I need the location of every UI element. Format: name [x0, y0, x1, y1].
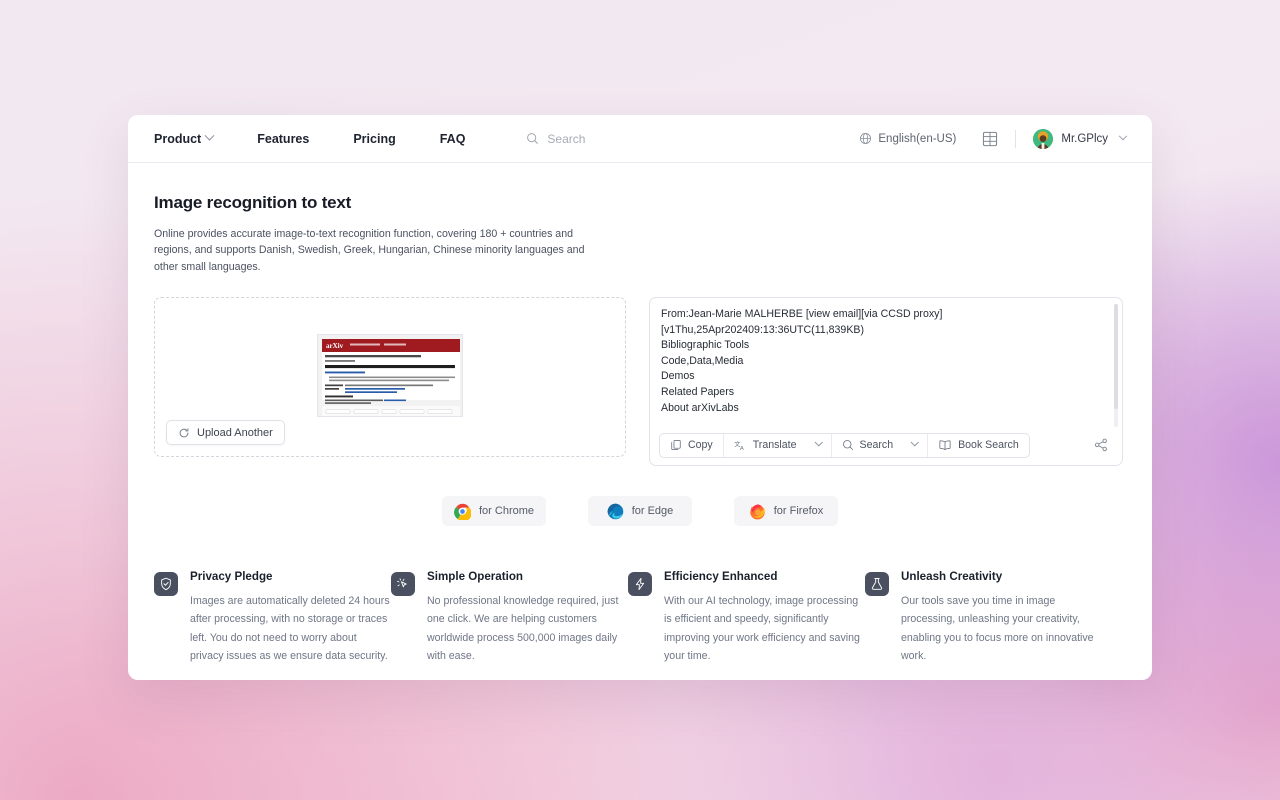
feature-title: Unleash Creativity	[901, 570, 1003, 584]
firefox-extension-label: for Firefox	[773, 505, 824, 518]
user-menu[interactable]: Mr.GPlcy	[1033, 128, 1128, 149]
chrome-icon	[454, 503, 471, 520]
nav-item-label: Pricing	[353, 131, 396, 146]
firefox-extension-button[interactable]: for Firefox	[734, 496, 838, 527]
result-toolbar: Copy 文 A Translate Search Book Search	[650, 425, 1122, 465]
header-divider	[1015, 129, 1017, 148]
search-icon	[842, 439, 854, 451]
upload-another-label: Upload Another	[197, 426, 273, 439]
main-nav: Product Features Pricing FAQ Search	[154, 130, 585, 146]
feature-description: No professional knowledge required, just…	[427, 595, 619, 662]
chrome-extension-label: for Chrome	[478, 505, 535, 518]
firefox-icon	[749, 503, 766, 520]
feature-title: Efficiency Enhanced	[664, 570, 778, 584]
nav-item-label: FAQ	[439, 131, 466, 146]
top-header: Product Features Pricing FAQ Search Engl…	[128, 115, 1152, 163]
feature-card-unleash-creativity: Unleash Creativity Our tools save you ti…	[865, 570, 1102, 665]
page-title: Image recognition to text	[154, 193, 352, 212]
chevron-down-icon	[1118, 131, 1128, 140]
avatar	[1033, 128, 1054, 149]
language-label: English(en-US)	[878, 132, 957, 145]
feature-description: Images are automatically deleted 24 hour…	[190, 595, 390, 662]
book-search-label: Book Search	[958, 439, 1019, 452]
uploaded-image-thumbnail[interactable]: arXiv	[317, 334, 463, 418]
search-input-placeholder: Search	[547, 131, 586, 146]
workspace: arXiv Upload Another From:Jean-Marie MAL…	[154, 297, 1126, 467]
flask-icon	[865, 572, 889, 597]
feature-card-privacy-pledge: Privacy Pledge Images are automatically …	[154, 570, 391, 665]
image-drop-area[interactable]: arXiv Upload Another	[154, 297, 626, 458]
search-button[interactable]: Search	[832, 434, 904, 457]
chevron-down-icon	[911, 438, 919, 447]
copy-icon	[670, 439, 682, 451]
page-description: Online provides accurate image-to-text r…	[154, 228, 585, 273]
feature-card-simple-operation: Simple Operation No professional knowled…	[391, 570, 628, 665]
feature-description: Our tools save you time in image process…	[901, 595, 1094, 662]
translate-icon: 文 A	[734, 439, 747, 452]
globe-icon	[859, 132, 872, 145]
app-window: Product Features Pricing FAQ Search Engl…	[128, 115, 1152, 680]
main-content: Image recognition to text Online provide…	[128, 163, 1152, 665]
ocr-result-text[interactable]: From:Jean-Marie MALHERBE [view email][vi…	[650, 298, 1122, 425]
ocr-line: [v1Thu,25Apr202409:13:36UTC(11,839KB)	[661, 323, 864, 336]
svg-text:A: A	[740, 446, 744, 452]
copy-label: Copy	[688, 439, 713, 452]
ocr-line: Demos	[661, 370, 695, 383]
edge-extension-label: for Edge	[631, 505, 674, 518]
nav-item-pricing[interactable]: Pricing	[328, 132, 414, 146]
nav-item-label: Product	[154, 131, 202, 146]
apps-grid-icon[interactable]	[982, 131, 998, 147]
edge-icon	[607, 503, 624, 520]
feature-card-efficiency-enhanced: Efficiency Enhanced With our AI technolo…	[628, 570, 865, 665]
ocr-line: Code,Data,Media	[661, 354, 744, 367]
feature-description: With our AI technology, image processing…	[664, 595, 860, 662]
translate-dropdown-toggle[interactable]	[807, 434, 831, 457]
svg-text:arXiv: arXiv	[326, 342, 344, 350]
nav-item-product[interactable]: Product	[154, 130, 232, 146]
feature-list: Privacy Pledge Images are automatically …	[154, 570, 1126, 665]
lightning-bolt-icon	[628, 572, 652, 597]
ocr-line: From:Jean-Marie MALHERBE [view email][vi…	[661, 308, 943, 321]
feature-title: Simple Operation	[427, 570, 523, 584]
language-selector[interactable]: English(en-US)	[859, 132, 956, 145]
search-icon	[526, 132, 539, 145]
share-button[interactable]	[1094, 438, 1112, 452]
book-search-button[interactable]: Book Search	[928, 434, 1029, 457]
chevron-down-icon	[814, 438, 823, 447]
translate-button[interactable]: 文 A Translate	[724, 434, 807, 457]
feature-title: Privacy Pledge	[190, 570, 273, 584]
nav-item-features[interactable]: Features	[232, 132, 328, 146]
browser-extension-buttons: for Chrome for Edge for Firefox	[154, 496, 1126, 527]
search-label: Search	[859, 439, 894, 452]
nav-item-faq[interactable]: FAQ	[415, 132, 485, 146]
chevron-down-icon	[204, 130, 215, 141]
click-cursor-icon	[391, 572, 415, 597]
ocr-result-panel: From:Jean-Marie MALHERBE [view email][vi…	[649, 297, 1123, 467]
ocr-line: Related Papers	[661, 386, 735, 399]
ocr-line: Bibliographic Tools	[661, 339, 750, 352]
upload-another-button[interactable]: Upload Another	[166, 420, 285, 446]
scrollbar-thumb[interactable]	[1114, 304, 1118, 410]
nav-item-label: Features	[257, 131, 310, 146]
edge-extension-button[interactable]: for Edge	[588, 496, 692, 527]
header-right-controls: English(en-US) Mr.GPlcy	[859, 128, 1128, 149]
shield-check-icon	[154, 572, 178, 597]
refresh-icon	[178, 427, 190, 439]
ocr-line: About arXivLabs	[661, 401, 739, 414]
translate-label: Translate	[752, 439, 797, 452]
result-action-group: Copy 文 A Translate Search Book Search	[659, 432, 1030, 458]
book-icon	[938, 439, 952, 451]
copy-button[interactable]: Copy	[660, 434, 723, 457]
search-dropdown-toggle[interactable]	[903, 434, 927, 457]
user-name-label: Mr.GPlcy	[1061, 132, 1108, 145]
chrome-extension-button[interactable]: for Chrome	[442, 496, 546, 527]
header-search[interactable]: Search	[526, 132, 585, 146]
